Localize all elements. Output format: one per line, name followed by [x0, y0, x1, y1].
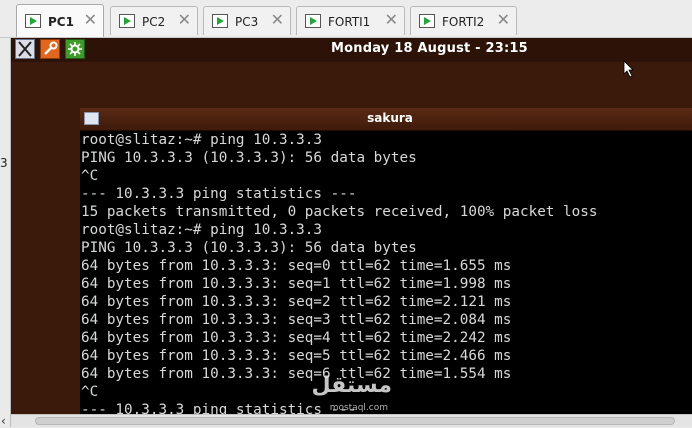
watermark-subtext: mostaql.com [329, 403, 388, 413]
watermark-logo: مستقل mostaql.com [292, 373, 392, 417]
terminal-line: root@slitaz:~# ping 10.3.3.3 [81, 132, 323, 148]
play-monitor-icon [212, 14, 228, 28]
close-icon[interactable]: ✕ [178, 11, 191, 29]
tab-label: PC2 [142, 15, 166, 29]
settings-icon[interactable] [65, 39, 85, 59]
close-icon[interactable]: ✕ [497, 11, 510, 29]
terminal-line: 64 bytes from 10.3.3.3: seq=3 ttl=62 tim… [81, 312, 512, 328]
tab-label: PC1 [48, 15, 74, 29]
close-icon[interactable]: ✕ [385, 11, 398, 29]
tab-pc3[interactable]: PC3 ✕ [203, 6, 291, 35]
top-panel: Monday 18 August - 23:15 [11, 38, 692, 62]
terminal-line: PING 10.3.3.3 (10.3.3.3): 56 data bytes [81, 150, 417, 166]
wrench-icon[interactable] [40, 39, 60, 59]
panel-clock: Monday 18 August - 23:15 [331, 41, 528, 56]
terminal-line: 64 bytes from 10.3.3.3: seq=1 ttl=62 tim… [81, 276, 512, 292]
terminal-line: 64 bytes from 10.3.3.3: seq=4 ttl=62 tim… [81, 330, 512, 346]
terminal-line: PING 10.3.3.3 (10.3.3.3): 56 data bytes [81, 240, 417, 256]
play-monitor-icon [119, 14, 135, 28]
terminal-titlebar[interactable]: sakura [80, 108, 692, 131]
terminal-line: ^C [81, 168, 99, 184]
remote-desktop[interactable]: Monday 18 August - 23:15 sakura root@sli… [11, 38, 692, 427]
tab-bar: PC1 ✕ PC2 ✕ PC3 ✕ FORTI1 ✕ FORTI2 ✕ [0, 0, 692, 38]
tab-label: PC3 [235, 15, 259, 29]
watermark-text: مستقل [311, 373, 392, 398]
tab-label: FORTI1 [328, 15, 371, 29]
terminal-line: 64 bytes from 10.3.3.3: seq=2 ttl=62 tim… [81, 294, 512, 310]
mouse-cursor-icon [623, 60, 634, 78]
tab-forti1[interactable]: FORTI1 ✕ [296, 6, 405, 35]
tab-pc1[interactable]: PC1 ✕ [16, 4, 104, 37]
play-monitor-icon [419, 14, 435, 28]
close-icon[interactable]: ✕ [271, 11, 284, 29]
terminal-title: sakura [367, 111, 413, 125]
tab-forti2[interactable]: FORTI2 ✕ [410, 6, 517, 35]
terminal-line: 64 bytes from 10.3.3.3: seq=5 ttl=62 tim… [81, 348, 512, 364]
play-monitor-icon [25, 14, 41, 28]
tab-pc2[interactable]: PC2 ✕ [110, 6, 198, 35]
gutter-text: 3 [0, 156, 8, 170]
terminal-line: --- 10.3.3.3 ping statistics --- [81, 186, 357, 202]
x-logo-icon[interactable] [15, 39, 35, 59]
close-icon[interactable]: ✕ [84, 11, 97, 29]
scrollbar-thumb[interactable] [35, 417, 675, 425]
terminal-line: root@slitaz:~# ping 10.3.3.3 [81, 222, 323, 238]
play-monitor-icon [305, 14, 321, 28]
terminal-line: 15 packets transmitted, 0 packets receiv… [81, 204, 598, 220]
left-gutter: 3 [0, 38, 11, 427]
scroll-left-icon[interactable]: ‹ [1, 415, 6, 427]
tab-label: FORTI2 [442, 15, 485, 29]
terminal-line: 64 bytes from 10.3.3.3: seq=0 ttl=62 tim… [81, 258, 512, 274]
